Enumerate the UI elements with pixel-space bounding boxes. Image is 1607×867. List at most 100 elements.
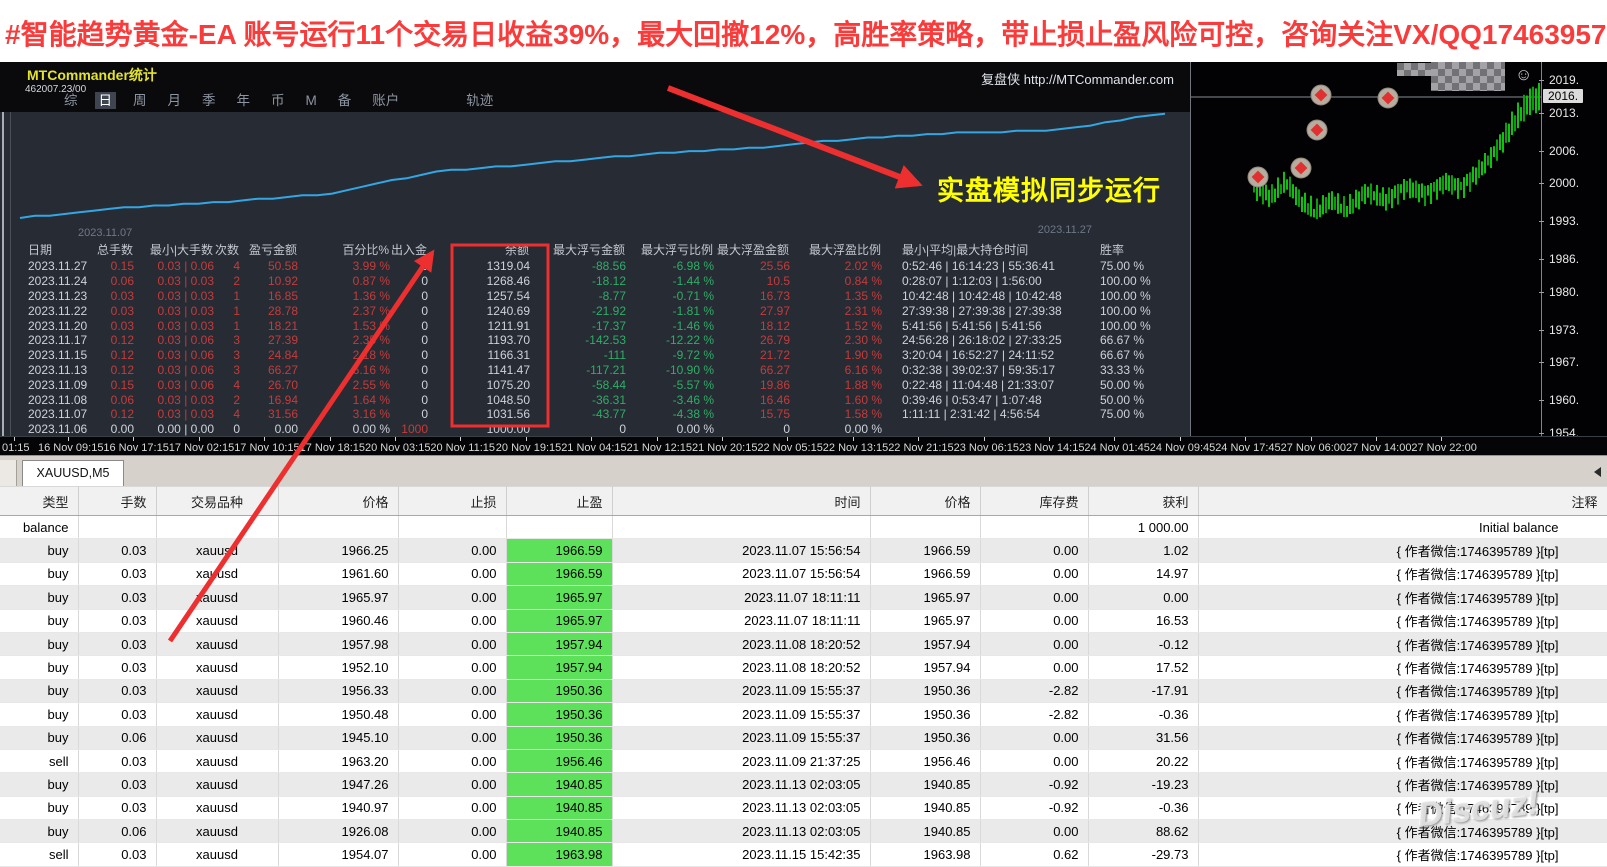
- time-label: 22 Nov 05:15: [757, 442, 822, 454]
- trade-history-panel: XAUUSD,M5 类型手数交易品种价格止损止盈时间价格库存费获利注释 bala…: [0, 455, 1607, 867]
- trade-row-1[interactable]: buy0.03xauusd1966.250.001966.592023.11.0…: [0, 539, 1607, 562]
- axis-tick: [264, 437, 265, 441]
- menu-item-周[interactable]: 周: [129, 92, 151, 109]
- daily-stats-table: 日期总手数最小|大手数次数盈亏金额百分比%出入金余额最大浮亏金额最大浮亏比例最大…: [0, 240, 1190, 437]
- axis-tick: [984, 437, 985, 441]
- trades-col-header[interactable]: 价格: [278, 487, 398, 516]
- stats-col-header: 最小|平均|最大持仓时间: [882, 240, 1088, 259]
- trade-row-8[interactable]: buy0.03xauusd1950.480.001950.362023.11.0…: [0, 703, 1607, 726]
- price-label: 1973.: [1549, 323, 1579, 337]
- stats-row-2023.11.08[interactable]: 2023.11.080.060.03 | 0.03216.941.64 %010…: [0, 392, 1190, 407]
- axis-tick: [330, 437, 331, 441]
- trades-col-header[interactable]: 价格: [870, 487, 980, 516]
- brand-link[interactable]: 复盘侠 http://MTCommander.com: [981, 69, 1174, 88]
- trade-row-2[interactable]: buy0.03xauusd1961.600.001966.592023.11.0…: [0, 562, 1607, 585]
- trades-col-header[interactable]: 类型: [0, 487, 78, 516]
- menu-item-账户[interactable]: 账户: [368, 92, 403, 109]
- trade-row-10[interactable]: sell0.03xauusd1963.200.001956.462023.11.…: [0, 749, 1607, 772]
- stats-row-2023.11.06[interactable]: 2023.11.060.000.00 | 0.0000.000.00 %1000…: [0, 422, 1190, 437]
- trades-col-header[interactable]: 止损: [398, 487, 506, 516]
- stats-row-2023.11.20[interactable]: 2023.11.200.030.03 | 0.03118.211.53 %012…: [0, 318, 1190, 333]
- trade-row-11[interactable]: buy0.03xauusd1947.260.001940.852023.11.1…: [0, 773, 1607, 796]
- menu-item-月[interactable]: 月: [164, 92, 186, 109]
- time-label: 24 Nov 17:45: [1215, 442, 1280, 454]
- time-label: 17 Nov 02:15: [169, 442, 234, 454]
- time-label: 22 Nov 13:15: [823, 442, 888, 454]
- stats-row-2023.11.07[interactable]: 2023.11.070.120.03 | 0.03431.563.16 %010…: [0, 407, 1190, 422]
- censored-block: [1431, 62, 1505, 91]
- axis-tick: [1049, 437, 1050, 441]
- stats-col-header: 次数: [214, 240, 240, 259]
- stats-row-2023.11.24[interactable]: 2023.11.240.060.03 | 0.03210.920.87 %012…: [0, 274, 1190, 289]
- axis-tick: [853, 437, 854, 441]
- menu-item-备[interactable]: 备: [334, 92, 356, 109]
- trades-table-header: 类型手数交易品种价格止损止盈时间价格库存费获利注释: [0, 487, 1607, 516]
- menu-item-日[interactable]: 日: [95, 92, 117, 109]
- time-label: 27 Nov 06:00: [1281, 442, 1346, 454]
- stats-row-2023.11.13[interactable]: 2023.11.130.120.03 | 0.06366.276.16 %011…: [0, 363, 1190, 378]
- trade-row-7[interactable]: buy0.03xauusd1956.330.001950.362023.11.0…: [0, 679, 1607, 702]
- trades-col-header[interactable]: 注释: [1198, 487, 1607, 516]
- menu-item-轨迹[interactable]: 轨迹: [462, 92, 497, 109]
- trades-col-header[interactable]: 库存费: [980, 487, 1088, 516]
- stats-row-2023.11.23[interactable]: 2023.11.230.030.03 | 0.03116.851.36 %012…: [0, 289, 1190, 304]
- trade-marker-icon: [1248, 167, 1268, 187]
- stats-row-2023.11.22[interactable]: 2023.11.220.030.03 | 0.03128.782.37 %012…: [0, 303, 1190, 318]
- time-label: 16 Nov 17:15: [103, 442, 168, 454]
- axis-tick: [1114, 437, 1115, 441]
- sync-annotation: 实盘模拟同步运行: [937, 169, 1161, 208]
- trade-row-6[interactable]: buy0.03xauusd1952.100.001957.942023.11.0…: [0, 656, 1607, 679]
- stats-col-header: 最小|大手数: [134, 240, 214, 259]
- trades-col-header[interactable]: 止盈: [506, 487, 612, 516]
- trades-col-header[interactable]: 时间: [612, 487, 870, 516]
- menu-item-综[interactable]: 综: [60, 92, 82, 109]
- axis-tick: [1311, 437, 1312, 441]
- stats-row-2023.11.09[interactable]: 2023.11.090.150.03 | 0.06426.702.55 %010…: [0, 377, 1190, 392]
- price-label: 2006.: [1549, 144, 1579, 158]
- stats-row-2023.11.15[interactable]: 2023.11.150.120.03 | 0.06324.842.18 %011…: [0, 348, 1190, 363]
- trades-col-header[interactable]: 获利: [1088, 487, 1198, 516]
- trade-marker-icon: [1291, 158, 1311, 178]
- tab-scroll-left-icon[interactable]: [1594, 467, 1601, 477]
- axis-tick: [787, 437, 788, 441]
- trade-row-13[interactable]: buy0.06xauusd1926.080.001940.852023.11.1…: [0, 820, 1607, 843]
- trade-row-14[interactable]: sell0.03xauusd1954.070.001963.982023.11.…: [0, 843, 1607, 866]
- price-label: 1967.: [1549, 355, 1579, 369]
- stats-panel-header: MTCommander统计 462007.23/00 复盘侠 http://MT…: [0, 62, 1190, 112]
- price-label: 1980.: [1549, 285, 1579, 299]
- menu-item-季[interactable]: 季: [198, 92, 220, 109]
- stats-col-header: 胜率: [1088, 240, 1190, 259]
- menu-item-年[interactable]: 年: [233, 92, 255, 109]
- axis-tick: [1441, 437, 1442, 441]
- time-label: 01:15: [2, 442, 30, 454]
- trade-row-3[interactable]: buy0.03xauusd1965.970.001965.972023.11.0…: [0, 586, 1607, 609]
- menu-item-M[interactable]: M: [302, 92, 321, 109]
- dark-workspace: MTCommander统计 462007.23/00 复盘侠 http://MT…: [0, 62, 1607, 455]
- axis-tick: [918, 437, 919, 441]
- trade-row-12[interactable]: buy0.03xauusd1940.970.001940.852023.11.1…: [0, 796, 1607, 819]
- price-label: 2000.: [1549, 176, 1579, 190]
- trades-col-header[interactable]: 手数: [78, 487, 156, 516]
- time-label: 21 Nov 04:15: [561, 442, 626, 454]
- trade-row-9[interactable]: buy0.06xauusd1945.100.001950.362023.11.0…: [0, 726, 1607, 749]
- trade-row-5[interactable]: buy0.03xauusd1957.980.001957.942023.11.0…: [0, 632, 1607, 655]
- stats-row-2023.11.17[interactable]: 2023.11.170.120.03 | 0.06327.392.35 %011…: [0, 333, 1190, 348]
- trades-table-body: balance1 000.00Initial balancebuy0.03xau…: [0, 516, 1607, 867]
- stats-col-header: 百分比%: [298, 240, 390, 259]
- balance-row[interactable]: balance1 000.00Initial balance: [0, 516, 1607, 539]
- stats-col-header: 余额: [428, 240, 530, 259]
- menu-item-币[interactable]: 币: [267, 92, 289, 109]
- time-label: 23 Nov 14:15: [1019, 442, 1084, 454]
- axis-tick: [657, 437, 658, 441]
- smiley-icon[interactable]: ☺: [1515, 65, 1532, 85]
- trades-table: 类型手数交易品种价格止损止盈时间价格库存费获利注释 balance1 000.0…: [0, 486, 1607, 867]
- axis-tick: [1180, 437, 1181, 441]
- trade-row-4[interactable]: buy0.03xauusd1960.460.001965.972023.11.0…: [0, 609, 1607, 632]
- axis-tick: [722, 437, 723, 441]
- time-label: 17 Nov 10:15: [234, 442, 299, 454]
- stats-row-2023.11.27[interactable]: 2023.11.270.150.03 | 0.06450.583.99 %013…: [0, 259, 1190, 274]
- tab-xauusd-m5[interactable]: XAUUSD,M5: [22, 460, 124, 487]
- trades-col-header[interactable]: 交易品种: [156, 487, 278, 516]
- price-label: 1960.: [1549, 393, 1579, 407]
- time-label: 17 Nov 18:15: [300, 442, 365, 454]
